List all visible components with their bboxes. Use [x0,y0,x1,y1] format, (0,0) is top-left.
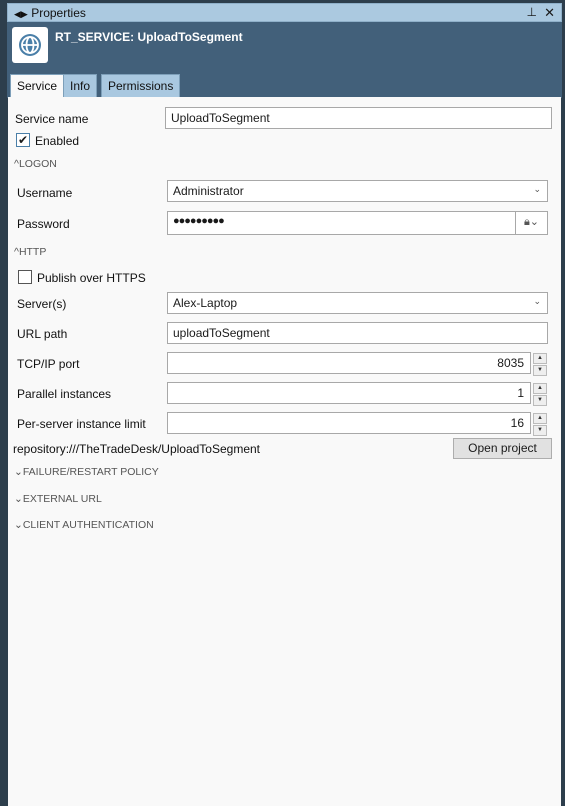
port-input[interactable]: 8035 ▲ ▼ [167,352,547,376]
username-value: Administrator [173,184,244,198]
parallel-value: 1 [517,386,524,400]
panel-titlebar: ◀▶ Properties ⊥ ✕ [7,3,562,22]
globe-icon [12,27,48,63]
service-name-label: Service name [15,112,89,126]
servers-dropdown[interactable]: Alex-Laptop ⌄ [167,292,548,314]
port-label: TCP/IP port [17,357,80,371]
url-path-input[interactable]: uploadToSegment [167,322,548,344]
external-url-section-label: EXTERNAL URL [22,493,102,505]
http-section-toggle[interactable]: ^HTTP [14,246,46,258]
arrow-left-right-icon[interactable]: ◀▶ [14,9,28,19]
external-url-section-toggle[interactable]: ⌄EXTERNAL URL [14,493,102,505]
lock-icon[interactable]: 🔒︎⌄ [515,212,547,234]
port-value: 8035 [497,356,524,370]
failure-section-label: FAILURE/RESTART POLICY [22,466,159,478]
enabled-checkbox[interactable]: ✔ [16,133,30,147]
limit-stepper[interactable]: ▲ ▼ [533,413,547,436]
password-input[interactable]: ●●●●●●●●● 🔒︎⌄ [167,211,548,235]
username-dropdown[interactable]: Administrator ⌄ [167,180,548,202]
enabled-label: Enabled [35,134,80,148]
logon-section-toggle[interactable]: ^LOGON [14,158,57,170]
logon-section-label: LOGON [18,158,57,170]
parallel-input[interactable]: 1 ▲ ▼ [167,382,547,406]
port-stepper[interactable]: ▲ ▼ [533,353,547,376]
limit-input[interactable]: 16 ▲ ▼ [167,412,547,436]
https-checkbox[interactable] [18,270,32,284]
service-header: RT_SERVICE: UploadToSegment Service Info… [7,22,562,99]
open-project-button[interactable]: Open project [453,438,552,459]
http-section-label: HTTP [18,246,47,258]
url-path-label: URL path [17,327,68,341]
username-label: Username [17,186,73,200]
close-icon[interactable]: ✕ [544,5,555,21]
repository-path: repository:///TheTradeDesk/UploadToSegme… [13,442,261,456]
service-name-input[interactable]: UploadToSegment [165,107,552,129]
limit-value: 16 [510,416,524,430]
pin-icon[interactable]: ⊥ [527,5,537,19]
tab-info[interactable]: Info [63,74,98,98]
password-label: Password [17,217,70,231]
client-auth-section-toggle[interactable]: ⌄CLIENT AUTHENTICATION [14,519,154,531]
panel-title: Properties [31,6,86,20]
client-auth-section-label: CLIENT AUTHENTICATION [22,519,154,531]
chevron-down-icon: ⌄ [533,184,541,194]
https-label: Publish over HTTPS [37,271,146,285]
tab-service[interactable]: Service [10,74,65,99]
limit-label: Per-server instance limit [17,417,146,431]
parallel-stepper[interactable]: ▲ ▼ [533,383,547,406]
password-value: ●●●●●●●●● [173,215,225,227]
servers-value: Alex-Laptop [173,296,238,310]
page-title: RT_SERVICE: UploadToSegment [55,30,243,44]
servers-label: Server(s) [17,297,67,311]
tab-permissions[interactable]: Permissions [101,74,181,98]
parallel-label: Parallel instances [17,387,112,401]
service-form: Service name UploadToSegment ✔ Enabled ^… [8,97,561,806]
panel-title-row: ◀▶ Properties [14,6,86,20]
chevron-down-icon: ⌄ [533,296,541,306]
failure-section-toggle[interactable]: ⌄FAILURE/RESTART POLICY [14,466,159,478]
